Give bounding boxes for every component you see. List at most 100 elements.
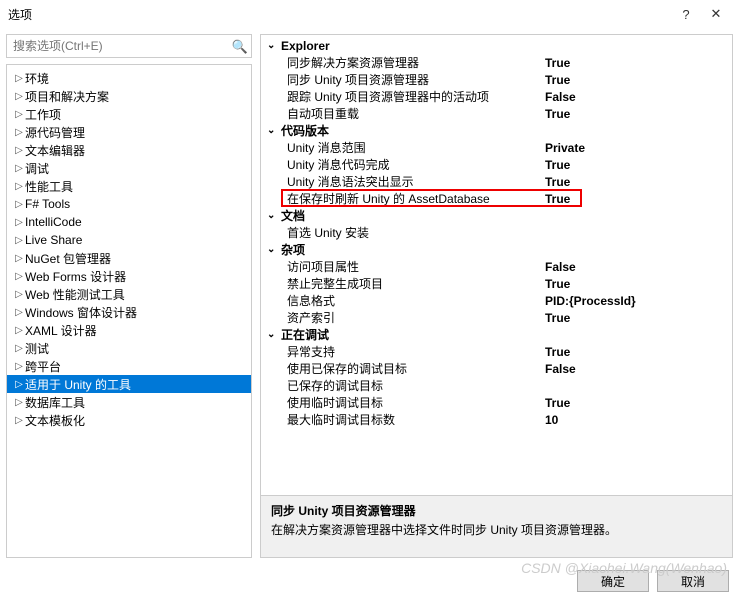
tree-item[interactable]: ▷性能工具 <box>7 177 251 195</box>
property-value[interactable]: True <box>541 277 732 291</box>
property-row[interactable]: 已保存的调试目标 <box>261 377 732 394</box>
chevron-right-icon: ▷ <box>13 307 25 318</box>
tree-item[interactable]: ▷Web Forms 设计器 <box>7 267 251 285</box>
property-value[interactable]: True <box>541 311 732 325</box>
chevron-right-icon: ▷ <box>13 235 25 246</box>
cancel-button[interactable]: 取消 <box>657 570 729 592</box>
chevron-right-icon: ▷ <box>13 109 25 120</box>
property-row[interactable]: 信息格式PID:{ProcessId} <box>261 292 732 309</box>
chevron-right-icon: ▷ <box>13 289 25 300</box>
tree-item[interactable]: ▷IntelliCode <box>7 213 251 231</box>
property-row[interactable]: 访问项目属性False <box>261 258 732 275</box>
tree-item[interactable]: ▷Web 性能测试工具 <box>7 285 251 303</box>
tree-item[interactable]: ▷F# Tools <box>7 195 251 213</box>
tree-item-label: 跨平台 <box>25 358 61 375</box>
tree-item[interactable]: ▷XAML 设计器 <box>7 321 251 339</box>
description-title: 同步 Unity 项目资源管理器 <box>271 502 722 519</box>
description-box: 同步 Unity 项目资源管理器 在解决方案资源管理器中选择文件时同步 Unit… <box>261 495 732 557</box>
tree-item-label: 工作项 <box>25 106 61 123</box>
help-button[interactable]: ? <box>671 7 701 22</box>
property-value[interactable]: Private <box>541 141 732 155</box>
search-input[interactable] <box>7 37 229 55</box>
tree-item[interactable]: ▷适用于 Unity 的工具 <box>7 375 251 393</box>
property-value[interactable]: True <box>541 345 732 359</box>
chevron-right-icon: ▷ <box>13 217 25 228</box>
property-row[interactable]: 自动项目重载True <box>261 105 732 122</box>
property-group-header[interactable]: ⌄杂项 <box>261 241 732 258</box>
property-name: 访问项目属性 <box>261 258 541 275</box>
property-row[interactable]: 资产索引True <box>261 309 732 326</box>
dialog-footer: 确定 取消 <box>0 564 739 598</box>
property-row[interactable]: Unity 消息代码完成True <box>261 156 732 173</box>
property-value[interactable]: False <box>541 260 732 274</box>
tree-item[interactable]: ▷源代码管理 <box>7 123 251 141</box>
property-value[interactable]: 10 <box>541 413 732 427</box>
property-group-header[interactable]: ⌄正在调试 <box>261 326 732 343</box>
tree-item[interactable]: ▷环境 <box>7 69 251 87</box>
tree-item-label: 源代码管理 <box>25 124 85 141</box>
property-row[interactable]: 在保存时刷新 Unity 的 AssetDatabaseTrue <box>261 190 732 207</box>
titlebar: 选项 ? ✕ <box>0 0 739 28</box>
property-group-header[interactable]: ⌄代码版本 <box>261 122 732 139</box>
chevron-down-icon: ⌄ <box>267 244 281 255</box>
options-tree[interactable]: ▷环境▷项目和解决方案▷工作项▷源代码管理▷文本编辑器▷调试▷性能工具▷F# T… <box>6 64 252 558</box>
property-row[interactable]: 跟踪 Unity 项目资源管理器中的活动项False <box>261 88 732 105</box>
tree-item[interactable]: ▷文本模板化 <box>7 411 251 429</box>
tree-item-label: IntelliCode <box>25 215 82 229</box>
ok-button[interactable]: 确定 <box>577 570 649 592</box>
property-value[interactable]: True <box>541 175 732 189</box>
property-row[interactable]: 使用已保存的调试目标False <box>261 360 732 377</box>
search-icon[interactable]: 🔍 <box>229 38 251 55</box>
property-value[interactable]: False <box>541 362 732 376</box>
property-value[interactable]: True <box>541 56 732 70</box>
tree-item[interactable]: ▷Windows 窗体设计器 <box>7 303 251 321</box>
property-row[interactable]: 异常支持True <box>261 343 732 360</box>
search-box[interactable]: 🔍 <box>6 34 252 58</box>
property-name: Unity 消息语法突出显示 <box>261 173 541 190</box>
tree-item[interactable]: ▷Live Share <box>7 231 251 249</box>
tree-item[interactable]: ▷测试 <box>7 339 251 357</box>
tree-item[interactable]: ▷跨平台 <box>7 357 251 375</box>
property-group-header[interactable]: ⌄Explorer <box>261 37 732 54</box>
tree-item[interactable]: ▷数据库工具 <box>7 393 251 411</box>
tree-item-label: Windows 窗体设计器 <box>25 304 137 321</box>
chevron-right-icon: ▷ <box>13 325 25 336</box>
chevron-down-icon: ⌄ <box>267 329 281 340</box>
tree-item-label: Live Share <box>25 233 82 247</box>
property-value[interactable]: True <box>541 73 732 87</box>
property-value[interactable]: PID:{ProcessId} <box>541 294 732 308</box>
property-grid[interactable]: ⌄Explorer同步解决方案资源管理器True同步 Unity 项目资源管理器… <box>261 35 732 495</box>
property-name: 自动项目重载 <box>261 105 541 122</box>
property-row[interactable]: Unity 消息语法突出显示True <box>261 173 732 190</box>
tree-item[interactable]: ▷工作项 <box>7 105 251 123</box>
property-value[interactable]: True <box>541 158 732 172</box>
chevron-right-icon: ▷ <box>13 397 25 408</box>
property-value[interactable]: True <box>541 396 732 410</box>
chevron-right-icon: ▷ <box>13 127 25 138</box>
property-row[interactable]: 使用临时调试目标True <box>261 394 732 411</box>
tree-item[interactable]: ▷NuGet 包管理器 <box>7 249 251 267</box>
property-row[interactable]: 同步解决方案资源管理器True <box>261 54 732 71</box>
chevron-right-icon: ▷ <box>13 253 25 264</box>
chevron-right-icon: ▷ <box>13 343 25 354</box>
property-value[interactable]: True <box>541 192 732 206</box>
property-group-header[interactable]: ⌄文档 <box>261 207 732 224</box>
property-value[interactable]: True <box>541 107 732 121</box>
property-name: 首选 Unity 安装 <box>261 224 541 241</box>
chevron-right-icon: ▷ <box>13 271 25 282</box>
chevron-right-icon: ▷ <box>13 163 25 174</box>
property-value[interactable]: False <box>541 90 732 104</box>
property-name: 同步解决方案资源管理器 <box>261 54 541 71</box>
property-row[interactable]: 禁止完整生成项目True <box>261 275 732 292</box>
tree-item-label: 测试 <box>25 340 49 357</box>
property-row[interactable]: 首选 Unity 安装 <box>261 224 732 241</box>
chevron-right-icon: ▷ <box>13 91 25 102</box>
tree-item[interactable]: ▷调试 <box>7 159 251 177</box>
property-row[interactable]: 同步 Unity 项目资源管理器True <box>261 71 732 88</box>
tree-item[interactable]: ▷文本编辑器 <box>7 141 251 159</box>
close-button[interactable]: ✕ <box>701 6 731 22</box>
property-row[interactable]: Unity 消息范围Private <box>261 139 732 156</box>
tree-item[interactable]: ▷项目和解决方案 <box>7 87 251 105</box>
property-row[interactable]: 最大临时调试目标数10 <box>261 411 732 428</box>
property-name: Unity 消息代码完成 <box>261 156 541 173</box>
